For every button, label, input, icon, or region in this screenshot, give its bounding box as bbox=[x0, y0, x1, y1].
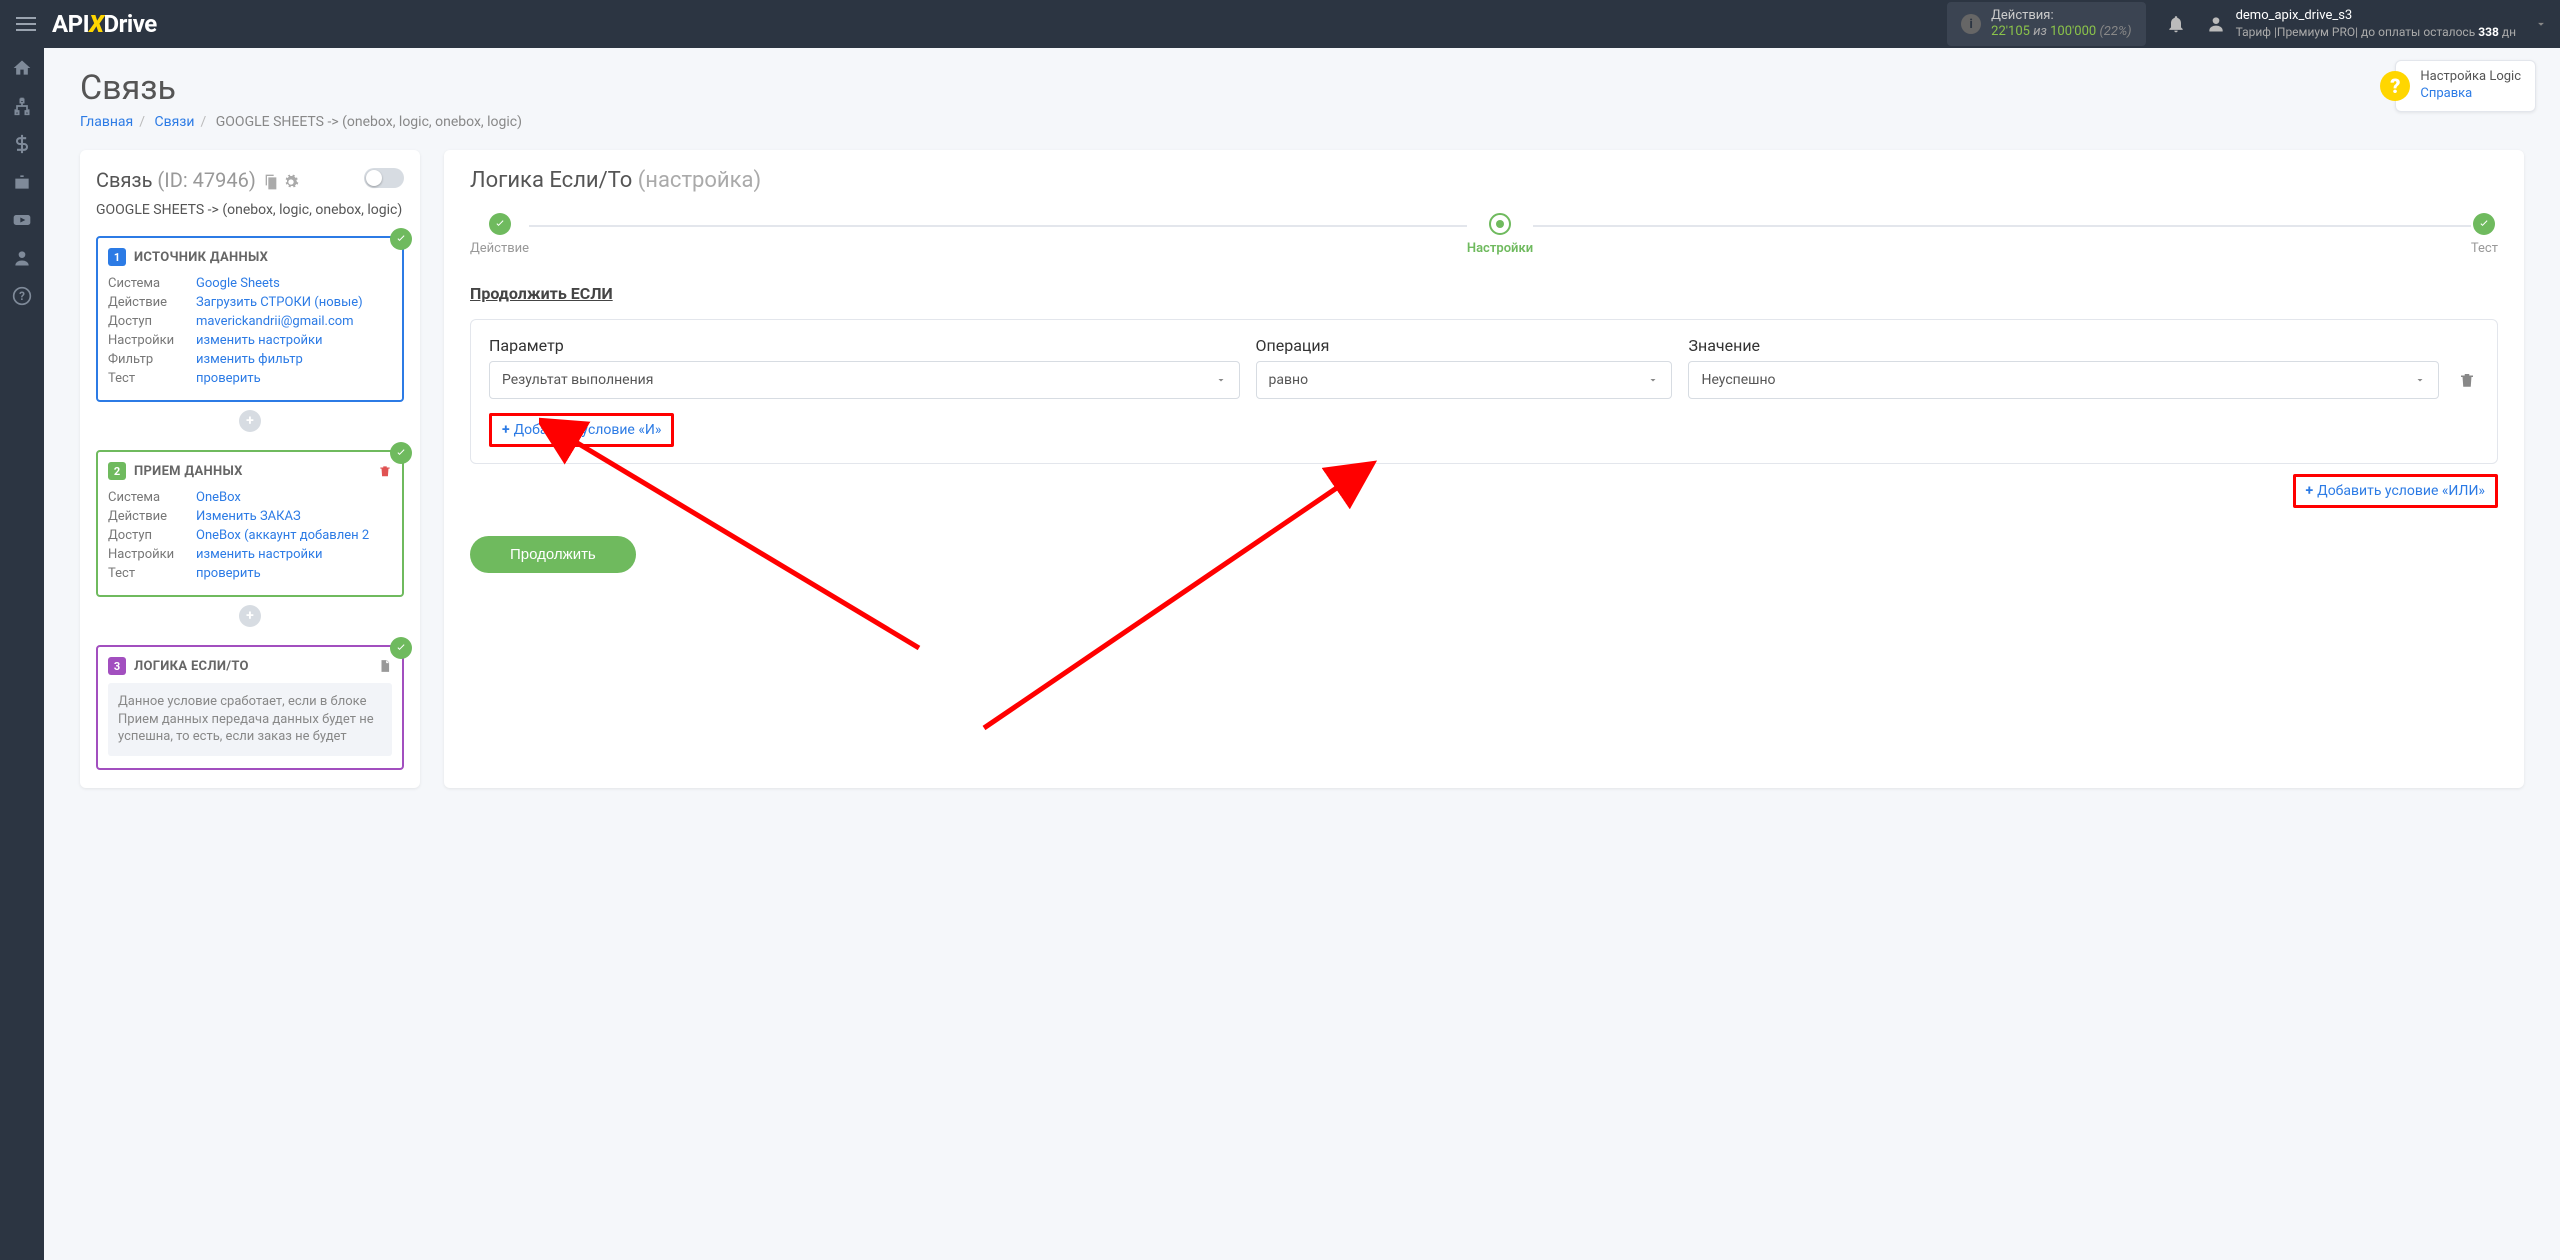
menu-icon[interactable] bbox=[12, 10, 40, 38]
help-card[interactable]: ? Настройка Logic Справка bbox=[2395, 60, 2536, 112]
add-button[interactable]: + bbox=[239, 605, 261, 627]
param-select[interactable]: Результат выполнения bbox=[489, 361, 1240, 399]
operation-select[interactable]: равно bbox=[1256, 361, 1673, 399]
info-icon: i bbox=[1961, 14, 1981, 34]
question-icon: ? bbox=[2380, 71, 2410, 101]
copy-icon[interactable] bbox=[263, 174, 279, 190]
chevron-down-icon bbox=[1215, 374, 1227, 386]
trash-icon bbox=[2458, 371, 2476, 389]
user-icon[interactable] bbox=[12, 248, 32, 268]
delete-row-button[interactable] bbox=[2455, 361, 2479, 399]
left-panel: Связь (ID: 47946) GOOGLE SHEETS -> (oneb… bbox=[80, 150, 420, 788]
stepper: Действие Настройки Тест bbox=[470, 213, 2498, 256]
dest-card[interactable]: 2ПРИЕМ ДАННЫХ СистемаOneBox ДействиеИзме… bbox=[96, 450, 404, 597]
condition-box: Параметр Результат выполнения Операция р… bbox=[470, 319, 2498, 464]
chevron-down-icon bbox=[1647, 374, 1659, 386]
add-and-button[interactable]: + Добавить условие «И» bbox=[489, 413, 674, 447]
step-test[interactable]: Тест bbox=[2471, 213, 2498, 256]
logic-card[interactable]: 3ЛОГИКА ЕСЛИ/ТО Данное условие сработает… bbox=[96, 645, 404, 770]
add-button[interactable]: + bbox=[239, 410, 261, 432]
actions-counter[interactable]: i Действия: 22'105 из 100'000 (22%) bbox=[1947, 2, 2145, 45]
youtube-icon[interactable] bbox=[12, 210, 32, 230]
plus-icon: + bbox=[2306, 483, 2314, 499]
help-icon[interactable]: ? bbox=[12, 286, 32, 306]
breadcrumb: Главная/ Связи/ GOOGLE SHEETS -> (onebox… bbox=[80, 114, 2524, 130]
source-card[interactable]: 1ИСТОЧНИК ДАННЫХ СистемаGoogle Sheets Де… bbox=[96, 236, 404, 402]
step-action[interactable]: Действие bbox=[470, 213, 529, 256]
check-icon bbox=[390, 637, 412, 659]
plus-icon: + bbox=[502, 422, 510, 438]
add-or-button[interactable]: + Добавить условие «ИЛИ» bbox=[2293, 474, 2498, 508]
chevron-down-icon bbox=[2534, 17, 2548, 31]
top-header: APIXDrive i Действия: 22'105 из 100'000 … bbox=[0, 0, 2560, 48]
right-panel: Логика Если/То (настройка) Действие Наст… bbox=[444, 150, 2524, 788]
sitemap-icon[interactable] bbox=[12, 96, 32, 116]
check-icon bbox=[390, 228, 412, 250]
check-icon bbox=[390, 442, 412, 464]
page-title: Связь bbox=[80, 68, 2524, 108]
user-menu[interactable]: demo_apix_drive_s3 Тариф |Премиум PRO| д… bbox=[2206, 8, 2548, 40]
trash-icon[interactable] bbox=[378, 464, 392, 478]
value-select[interactable]: Неуспешно bbox=[1688, 361, 2439, 399]
briefcase-icon[interactable] bbox=[12, 172, 32, 192]
logo[interactable]: APIXDrive bbox=[52, 10, 157, 38]
enable-toggle[interactable] bbox=[364, 168, 404, 188]
dollar-icon[interactable] bbox=[12, 134, 32, 154]
doc-icon[interactable] bbox=[378, 659, 392, 673]
avatar-icon bbox=[2206, 14, 2226, 34]
continue-button[interactable]: Продолжить bbox=[470, 536, 636, 573]
bell-icon[interactable] bbox=[2166, 14, 2186, 34]
home-icon[interactable] bbox=[12, 58, 32, 78]
step-settings[interactable]: Настройки bbox=[1467, 213, 1533, 256]
chevron-down-icon bbox=[2414, 374, 2426, 386]
side-rail: ? bbox=[0, 48, 44, 1260]
gear-icon[interactable] bbox=[283, 174, 299, 190]
svg-text:?: ? bbox=[19, 289, 25, 303]
section-header: Продолжить ЕСЛИ bbox=[470, 284, 2498, 303]
